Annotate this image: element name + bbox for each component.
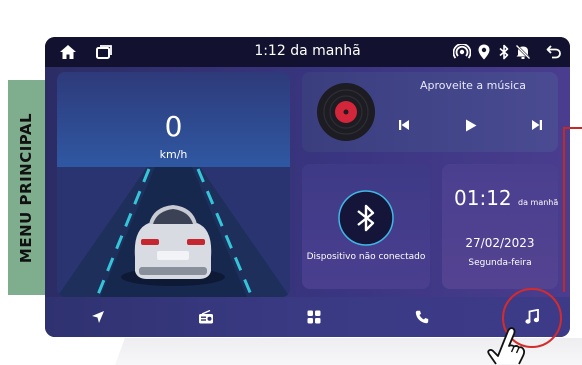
next-icon[interactable] [528,116,546,134]
clock-weekday: Segunda-feira [468,258,532,268]
clock-date: 27/02/2023 [465,236,535,250]
speed-unit: km/h [159,148,188,161]
phone-icon[interactable] [413,308,431,326]
speed-card[interactable]: 0 km/h [57,72,290,297]
vinyl-record-icon [317,83,375,141]
previous-icon[interactable] [395,116,413,134]
clock-card: 01:12 da manhã 27/02/2023 Segunda-feira [442,164,558,289]
road-illustration [57,167,290,297]
mute-icon [515,43,531,61]
status-time: 1:12 da manhã [254,43,361,59]
clock-period: da manhã [518,198,559,207]
bluetooth-status: Dispositivo não conectado [306,252,426,262]
radio-icon[interactable] [197,308,215,326]
callout-line [563,128,565,292]
side-tab: MENU PRINCIPAL [8,80,45,295]
clock-time-row: 01:12 da manhã [454,186,558,210]
hotspot-icon [453,43,471,61]
location-icon [477,43,491,61]
music-card[interactable]: Aproveite a música [302,72,558,152]
music-title: Aproveite a música [420,79,526,92]
play-icon[interactable] [462,116,480,134]
apps-grid-icon[interactable] [305,308,323,326]
callout-line-top [563,127,582,129]
clock-time: 01:12 [454,186,512,210]
bluetooth-card[interactable]: Dispositivo não conectado [302,164,430,289]
head-unit-screen: 1:12 da manhã 0 km/h Aproveite a música … [45,37,570,337]
navigation-icon[interactable] [89,308,107,326]
tap-hand-icon [487,327,526,365]
bluetooth-icon [497,43,511,61]
speed-value: 0 [164,110,183,143]
page: MENU PRINCIPAL 1:12 da manhã 0 km/h Apro… [0,0,582,365]
side-tab-label: MENU PRINCIPAL [17,112,36,263]
bluetooth-large-icon [338,190,394,246]
status-bar: 1:12 da manhã [45,37,570,67]
back-icon[interactable] [545,43,563,61]
